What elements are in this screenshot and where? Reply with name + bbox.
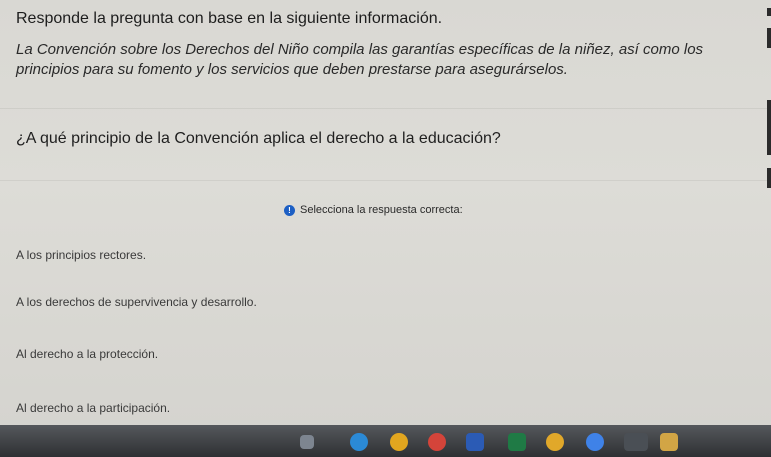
- chrome-icon[interactable]: [390, 433, 408, 451]
- excel-icon[interactable]: [508, 433, 526, 451]
- scrollbar-marker: [767, 168, 771, 188]
- taskbar: [0, 425, 771, 457]
- file-explorer-icon[interactable]: [300, 435, 314, 449]
- divider: [0, 180, 771, 181]
- scrollbar-marker: [767, 100, 771, 155]
- google-translate-icon[interactable]: [586, 433, 604, 451]
- info-icon: !: [284, 204, 295, 216]
- answer-option-4[interactable]: Al derecho a la participación.: [16, 393, 756, 423]
- option-label: A los principios rectores.: [16, 248, 147, 262]
- option-label: A los derechos de supervivencia y desarr…: [16, 295, 257, 309]
- settings-icon[interactable]: [428, 433, 446, 451]
- instruction: ! Selecciona la respuesta correcta:: [284, 204, 463, 216]
- photos-icon[interactable]: [624, 433, 648, 451]
- edge-browser-icon[interactable]: [350, 433, 368, 451]
- answer-option-1[interactable]: A los principios rectores.: [16, 240, 756, 270]
- answer-option-3[interactable]: Al derecho a la protección.: [16, 339, 756, 369]
- scrollbar-marker: [767, 28, 771, 48]
- folder-icon[interactable]: [660, 433, 678, 451]
- context-text: La Convención sobre los Derechos del Niñ…: [16, 41, 704, 78]
- divider: [0, 108, 771, 109]
- option-label: Al derecho a la protección.: [16, 347, 159, 361]
- question-text: ¿A qué principio de la Convención aplica…: [16, 130, 501, 147]
- answer-option-2[interactable]: A los derechos de supervivencia y desarr…: [16, 287, 756, 317]
- scrollbar-marker: [767, 8, 771, 16]
- option-label: Al derecho a la participación.: [16, 401, 171, 415]
- prompt-text: Responde la pregunta con base en la sigu…: [16, 10, 443, 27]
- instruction-label: Selecciona la respuesta correcta:: [300, 204, 463, 216]
- chrome-alt-icon[interactable]: [546, 433, 564, 451]
- word-icon[interactable]: [466, 433, 484, 451]
